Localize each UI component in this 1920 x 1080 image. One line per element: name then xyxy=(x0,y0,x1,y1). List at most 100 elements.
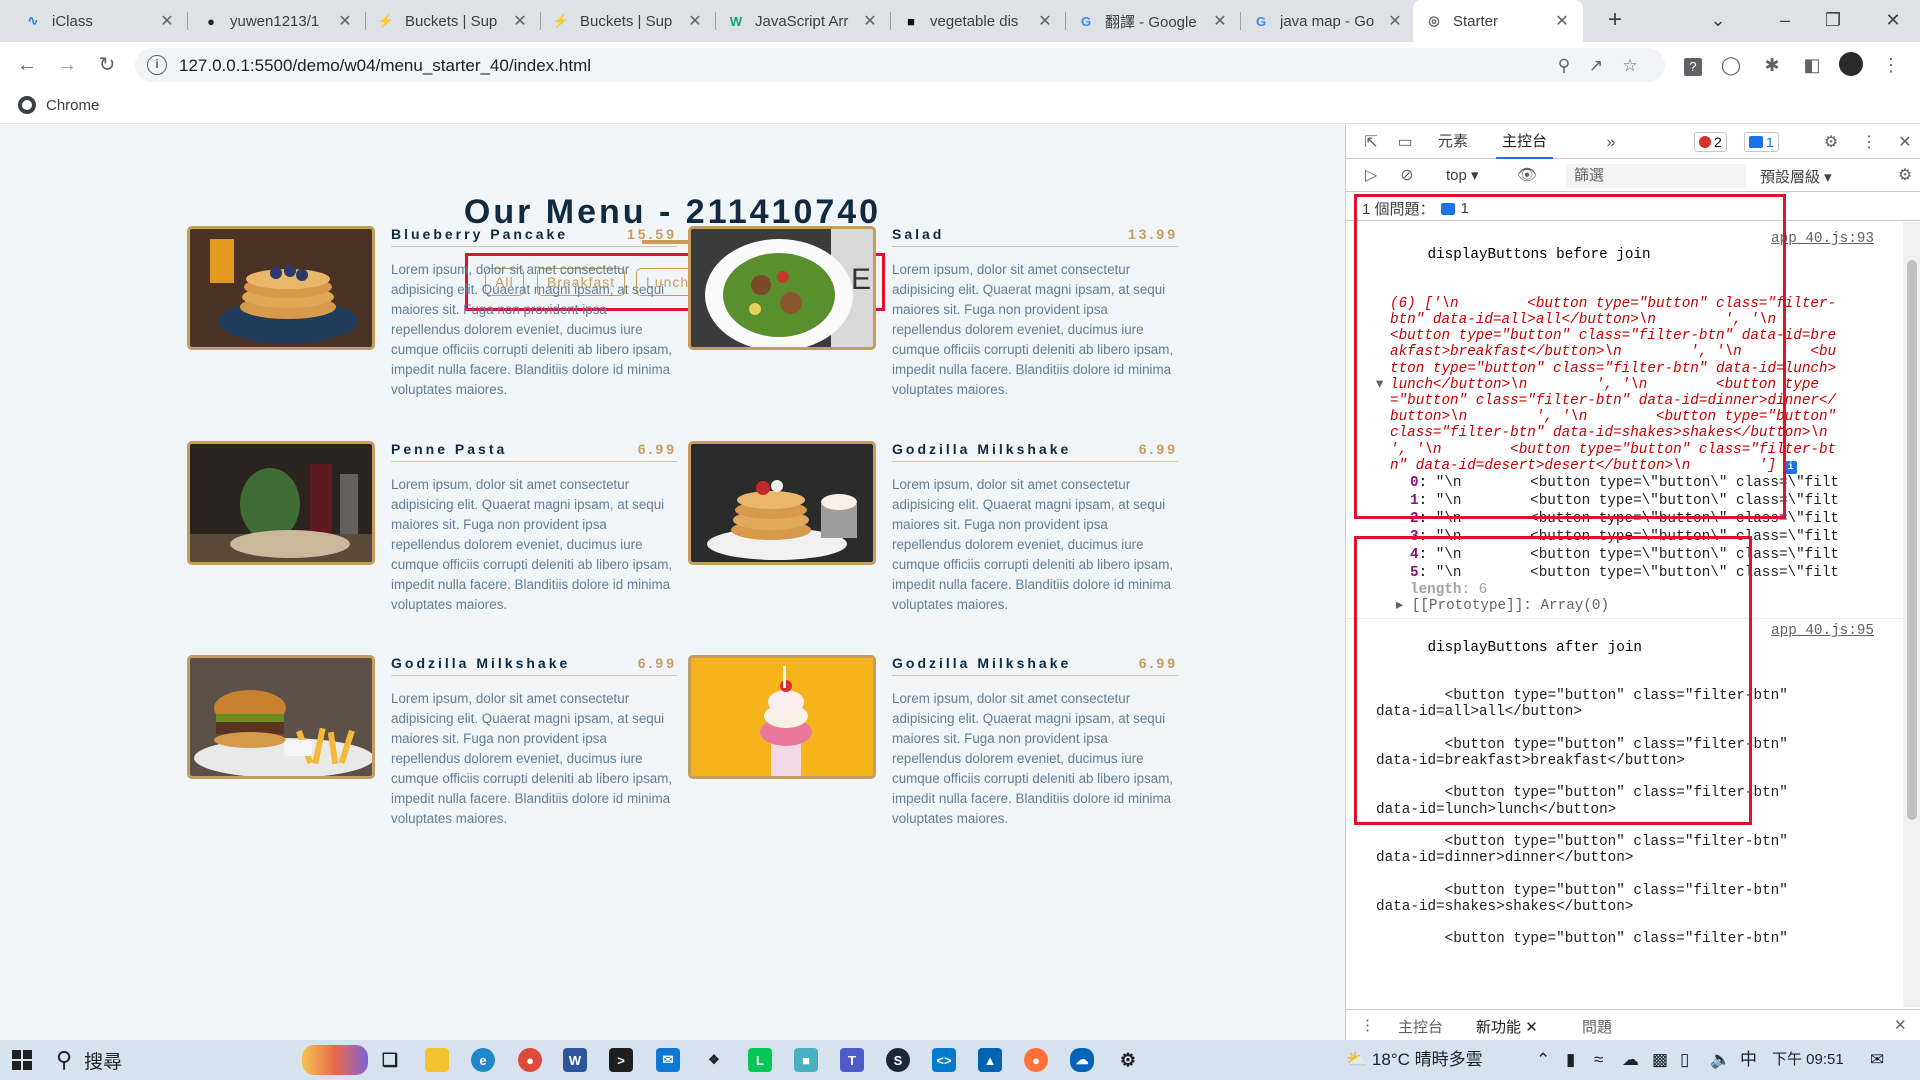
app-icon[interactable]: ■ xyxy=(794,1048,818,1072)
task-view-icon[interactable]: ❏ xyxy=(378,1048,402,1072)
close-tab-icon[interactable]: ✕ xyxy=(1525,1019,1538,1036)
drawer-tab-whats-new[interactable]: 新功能 ✕ xyxy=(1476,1016,1538,1037)
tab-1[interactable]: ● yuwen1213/1 ✕ xyxy=(190,0,366,42)
zoom-icon[interactable]: ⚲ xyxy=(1553,55,1575,77)
bookmark-chrome[interactable]: Chrome xyxy=(18,96,99,114)
extension-help-icon[interactable]: ? xyxy=(1680,52,1706,78)
console-settings-icon[interactable]: ⚙ xyxy=(1894,165,1916,187)
more-tabs-icon[interactable]: » xyxy=(1600,132,1622,154)
tab-close-icon[interactable]: ✕ xyxy=(1553,11,1571,31)
inspect-element-icon[interactable]: ⇱ xyxy=(1360,132,1382,154)
tray-wifi-icon[interactable]: ≈ xyxy=(1594,1040,1603,1080)
mail-icon[interactable]: ✉ xyxy=(656,1048,680,1072)
tab-0[interactable]: ∿ iClass ✕ xyxy=(12,0,188,42)
tab-5[interactable]: ■ vegetable dis ✕ xyxy=(890,0,1066,42)
live-expression-eye-icon[interactable]: 👁 xyxy=(1516,165,1538,187)
settings-gear-icon[interactable]: ⚙ xyxy=(1820,132,1842,154)
close-devtools-icon[interactable]: ✕ xyxy=(1894,132,1916,154)
tab-close-icon[interactable]: ✕ xyxy=(861,11,879,31)
tab-elements[interactable]: 元素 xyxy=(1432,125,1474,159)
tray-chevron-icon[interactable]: ⌃ xyxy=(1536,1040,1550,1080)
notification-icon[interactable]: ✉ xyxy=(1870,1040,1884,1080)
tab-4[interactable]: W JavaScript Arr ✕ xyxy=(715,0,891,42)
taskbar-search[interactable]: ⚲ 搜尋 xyxy=(48,1042,368,1078)
steam-icon[interactable]: S xyxy=(886,1048,910,1072)
vscode-icon[interactable]: <> xyxy=(932,1048,956,1072)
tab-search-icon[interactable]: ⌄ xyxy=(1695,0,1741,42)
tab-close-icon[interactable]: ✕ xyxy=(686,11,704,31)
url-text[interactable]: 127.0.0.1:5500/demo/w04/menu_starter_40/… xyxy=(179,56,591,76)
maximize-icon[interactable]: ❐ xyxy=(1810,0,1856,42)
drawer-tab-issues[interactable]: 問題 xyxy=(1582,1016,1612,1037)
clear-console-icon[interactable]: ⊘ xyxy=(1396,165,1418,187)
tray-battery-icon[interactable]: ▮ xyxy=(1566,1040,1575,1080)
tray-power-icon[interactable]: ▯ xyxy=(1680,1040,1689,1080)
minimize-icon[interactable]: – xyxy=(1762,0,1808,42)
bookmark-star-icon[interactable]: ☆ xyxy=(1619,55,1641,77)
new-tab-button[interactable]: + xyxy=(1600,6,1630,36)
tab-close-icon[interactable]: ✕ xyxy=(511,11,529,31)
extensions-puzzle-icon[interactable]: ✱ xyxy=(1759,52,1785,78)
tab-close-icon[interactable]: ✕ xyxy=(336,11,354,31)
message-badge[interactable]: 1 xyxy=(1744,132,1779,152)
tray-volume-icon[interactable]: 🔈 xyxy=(1710,1040,1731,1080)
tab-6[interactable]: G 翻譯 - Google ✕ xyxy=(1065,0,1241,42)
clock[interactable]: 下午 09:51 xyxy=(1772,1040,1844,1080)
address-bar[interactable]: i 127.0.0.1:5500/demo/w04/menu_starter_4… xyxy=(135,48,1665,82)
word-icon[interactable]: W xyxy=(563,1048,587,1072)
teams-icon[interactable]: T xyxy=(840,1048,864,1072)
tab-7[interactable]: Gjava map - Go ✕ xyxy=(1240,0,1416,42)
log-source-link[interactable]: app_40.js:93 xyxy=(1771,231,1874,247)
tab-close-icon[interactable]: ✕ xyxy=(1036,11,1054,31)
photos-icon[interactable]: ▲ xyxy=(978,1048,1002,1072)
console-scroll-thumb[interactable] xyxy=(1907,260,1917,820)
tray-display-icon[interactable]: ▩ xyxy=(1652,1040,1668,1080)
firefox-icon[interactable]: ● xyxy=(1024,1048,1048,1072)
search-icon: ⚲ xyxy=(56,1047,73,1072)
value-info-icon[interactable]: i xyxy=(1784,460,1798,474)
close-drawer-icon[interactable]: ✕ xyxy=(1894,1016,1907,1034)
weather-widget[interactable]: ⛅ 18°C 晴時多雲 xyxy=(1346,1040,1483,1080)
tab-close-icon[interactable]: ✕ xyxy=(158,11,176,31)
error-badge[interactable]: 2 xyxy=(1694,132,1727,152)
device-toolbar-icon[interactable]: ▭ xyxy=(1394,132,1416,154)
ime-indicator[interactable]: 中 xyxy=(1740,1040,1757,1080)
log-source-link[interactable]: app_40.js:95 xyxy=(1771,623,1874,639)
forward-icon[interactable]: → xyxy=(52,50,82,80)
menu-item: Godzilla Milkshake 6.99 Lorem ipsum, dolor… xyxy=(187,655,677,845)
tab-close-icon[interactable]: ✕ xyxy=(1386,11,1404,31)
side-panel-icon[interactable]: ◧ xyxy=(1799,52,1825,78)
close-window-icon[interactable]: ✕ xyxy=(1870,0,1916,42)
chrome-menu-icon[interactable]: ⋮ xyxy=(1878,52,1904,78)
terminal-icon[interactable]: > xyxy=(609,1048,633,1072)
tab-title: 翻譯 - Google xyxy=(1105,13,1197,31)
share-icon[interactable]: ↗ xyxy=(1585,55,1607,77)
windows-start-icon[interactable] xyxy=(10,1048,34,1072)
tab-3[interactable]: ⚡ Buckets | Sup ✕ xyxy=(540,0,716,42)
drawer-menu-icon[interactable]: ⋮ xyxy=(1360,1016,1375,1034)
onedrive-icon[interactable]: ☁ xyxy=(1070,1048,1094,1072)
profile-avatar[interactable] xyxy=(1838,52,1864,78)
console-filter-input[interactable]: 篩選 xyxy=(1566,164,1746,188)
tray-cloud-icon[interactable]: ☁ xyxy=(1622,1040,1639,1080)
extension-headphones-icon[interactable]: ◯ xyxy=(1718,52,1744,78)
file-explorer-icon[interactable] xyxy=(425,1048,449,1072)
context-select[interactable]: top ▾ xyxy=(1446,166,1479,184)
tab-console[interactable]: 主控台 xyxy=(1496,125,1554,159)
log-level-select[interactable]: 預設層級 ▾ xyxy=(1760,166,1832,187)
back-icon[interactable]: ← xyxy=(12,50,42,80)
tab-2[interactable]: ⚡ Buckets | Sup ✕ xyxy=(365,0,541,42)
site-info-icon[interactable]: i xyxy=(147,55,167,75)
dropbox-icon[interactable]: ❖ xyxy=(702,1048,726,1072)
line-icon[interactable]: L xyxy=(748,1048,772,1072)
tab-8[interactable]: ◎ Starter ✕ xyxy=(1413,0,1583,42)
tab-close-icon[interactable]: ✕ xyxy=(1211,11,1229,31)
menu-item-description: Lorem ipsum, dolor sit amet consectetur … xyxy=(892,691,1174,826)
reload-icon[interactable]: ↻ xyxy=(92,50,122,80)
sidebar-toggle-icon[interactable]: ▷ xyxy=(1360,165,1382,187)
devtools-menu-icon[interactable]: ⋮ xyxy=(1858,132,1880,154)
chrome-taskbar-icon[interactable]: ● xyxy=(518,1048,542,1072)
drawer-tab-console[interactable]: 主控台 xyxy=(1398,1016,1443,1037)
edge-icon[interactable]: e xyxy=(471,1048,495,1072)
settings-taskbar-icon[interactable]: ⚙ xyxy=(1116,1048,1140,1072)
